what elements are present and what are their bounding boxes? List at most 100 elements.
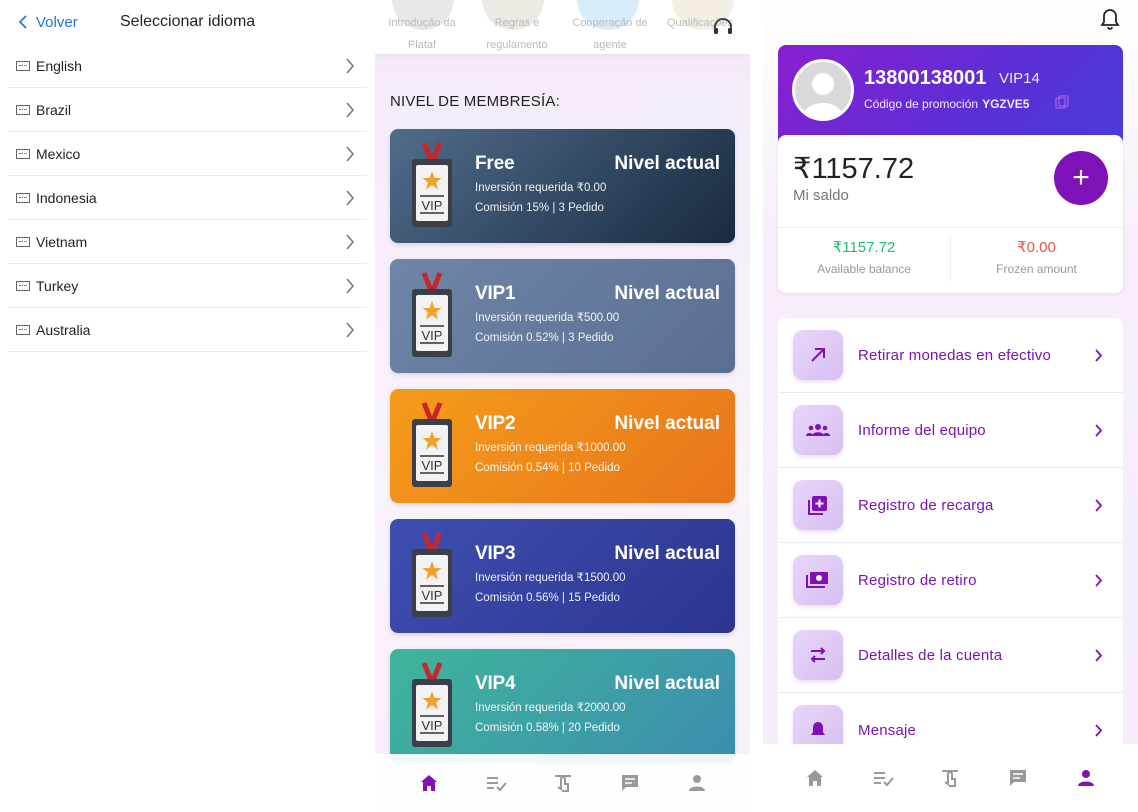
menu-item-label: Registro de recarga — [858, 496, 994, 514]
language-header: Volver Seleccionar idioma — [0, 0, 375, 44]
language-item[interactable]: Turkey — [8, 264, 367, 308]
top-link-label[interactable]: Introdução da Plataf — [382, 12, 462, 56]
language-item[interactable]: Australia — [8, 308, 367, 352]
membership-title: NIVEL DE MEMBRESÍA: — [390, 93, 560, 110]
checklist-icon — [873, 772, 894, 787]
chevron-right-icon — [346, 190, 354, 206]
current-level-label: Nivel actual — [614, 153, 720, 174]
top-link-label[interactable]: Cooperação de agente — [570, 12, 650, 56]
account-panel: 13800138001 VIP14 Código de promoción YGZ… — [763, 0, 1138, 812]
arrow-up-right-icon — [793, 330, 843, 380]
chevron-right-icon — [346, 322, 354, 338]
frozen-amount-label: Frozen amount — [996, 262, 1077, 276]
language-name: Mexico — [36, 145, 81, 162]
tab-home[interactable] — [415, 769, 443, 797]
current-level-label: Nivel actual — [614, 673, 720, 694]
language-name: Australia — [36, 321, 91, 338]
promo-label: Código de promoción — [864, 97, 979, 111]
menu-item-withdraw-record[interactable]: Registro de retiro — [778, 543, 1123, 618]
avatar[interactable] — [792, 59, 854, 121]
menu-item-account-details[interactable]: Detalles de la cuenta — [778, 618, 1123, 693]
vip-level-name: VIP1 — [475, 283, 516, 304]
vip-level: VIP14 — [999, 70, 1040, 87]
back-label: Volver — [36, 13, 78, 31]
balance-card: ₹1157.72 Mi saldo + ₹1157.72 Available b… — [778, 135, 1123, 293]
recharge-plus-button[interactable]: + — [1054, 151, 1108, 205]
chat-icon — [621, 775, 638, 791]
commission-info: Comisión 0.56% | 15 Pedido — [475, 592, 620, 604]
recharge-icon — [793, 480, 843, 530]
menu-item-label: Informe del equipo — [858, 421, 986, 439]
badge-text: VIP — [422, 328, 443, 343]
team-icon — [793, 405, 843, 455]
tab-tasks[interactable] — [482, 769, 510, 797]
language-item[interactable]: Indonesia — [8, 176, 367, 220]
language-item[interactable]: Vietnam — [8, 220, 367, 264]
tab-grab[interactable] — [936, 764, 964, 792]
flag-icon — [16, 104, 30, 115]
language-name: Turkey — [36, 277, 79, 294]
account-menu: Retirar monedas en efectivo Informe del … — [778, 318, 1123, 758]
language-item[interactable]: English — [8, 44, 367, 88]
back-button[interactable]: Volver — [18, 14, 78, 31]
vip-level-card[interactable]: VIP VIP4 Nivel actual Inversión requerida ₹… — [390, 649, 735, 763]
tab-chat[interactable] — [1004, 764, 1032, 792]
language-name: Vietnam — [36, 233, 88, 250]
top-link-label[interactable]: Regras e regulamento — [477, 12, 557, 56]
language-item[interactable]: Mexico — [8, 132, 367, 176]
divider — [778, 227, 1123, 228]
required-investment: Inversión requerida ₹500.00 — [475, 312, 620, 324]
menu-item-team-report[interactable]: Informe del equipo — [778, 393, 1123, 468]
flag-icon — [16, 280, 30, 291]
headset-icon[interactable] — [712, 16, 734, 38]
badge-text: VIP — [422, 458, 443, 473]
vip-level-card[interactable]: VIP VIP3 Nivel actual Inversión requerida ₹… — [390, 519, 735, 633]
vip-badge-icon: VIP — [412, 272, 452, 357]
chevron-right-icon — [346, 278, 354, 294]
vip-level-card[interactable]: VIP Free Nivel actual Inversión requerida ₹… — [390, 129, 735, 243]
chevron-right-icon — [1095, 574, 1103, 587]
bottom-tab-bar — [763, 744, 1138, 812]
vip-level-card[interactable]: VIP VIP2 Nivel actual Inversión requerida ₹… — [390, 389, 735, 503]
tab-tasks[interactable] — [869, 764, 897, 792]
available-balance-value: ₹1157.72 — [832, 239, 896, 256]
chevron-right-icon — [346, 58, 354, 74]
commission-info: Comisión 15% | 3 Pedido — [475, 202, 604, 214]
menu-item-withdraw-cash[interactable]: Retirar monedas en efectivo — [778, 318, 1123, 393]
balance-label: Mi saldo — [793, 187, 849, 204]
required-investment: Inversión requerida ₹0.00 — [475, 182, 607, 194]
required-investment: Inversión requerida ₹2000.00 — [475, 702, 626, 714]
menu-item-label: Mensaje — [858, 721, 917, 739]
home-icon — [420, 775, 437, 791]
page-title: Seleccionar idioma — [120, 13, 256, 30]
home-icon — [806, 770, 823, 786]
chevron-right-icon — [1095, 499, 1103, 512]
touch-icon — [942, 770, 959, 787]
tab-grab[interactable] — [549, 769, 577, 797]
vip-level-card[interactable]: VIP VIP1 Nivel actual Inversión requerida ₹… — [390, 259, 735, 373]
tab-home[interactable] — [801, 764, 829, 792]
menu-item-label: Detalles de la cuenta — [858, 646, 1003, 664]
language-item[interactable]: Brazil — [8, 88, 367, 132]
withdraw-icon — [793, 555, 843, 605]
available-balance-label: Available balance — [817, 262, 911, 276]
flag-icon — [16, 324, 30, 335]
chevron-right-icon — [1095, 724, 1103, 737]
copy-icon[interactable] — [1055, 95, 1069, 109]
tab-chat[interactable] — [616, 769, 644, 797]
checklist-icon — [486, 777, 507, 792]
menu-item-recharge-record[interactable]: Registro de recarga — [778, 468, 1123, 543]
vip-badge-icon: VIP — [412, 532, 452, 617]
language-name: Brazil — [36, 101, 72, 118]
menu-item-label: Registro de retiro — [858, 571, 977, 589]
required-investment: Inversión requerida ₹1000.00 — [475, 442, 626, 454]
vip-badge-icon: VIP — [412, 662, 452, 747]
flag-icon — [16, 60, 30, 71]
tab-profile[interactable] — [1072, 764, 1100, 792]
tab-profile[interactable] — [683, 769, 711, 797]
chevron-right-icon — [1095, 424, 1103, 437]
vip-badge-icon: VIP — [412, 402, 452, 487]
language-list: English Brazil Mexico Indonesia Vietnam … — [0, 44, 375, 352]
required-investment: Inversión requerida ₹1500.00 — [475, 572, 626, 584]
bell-icon[interactable] — [1100, 8, 1120, 30]
